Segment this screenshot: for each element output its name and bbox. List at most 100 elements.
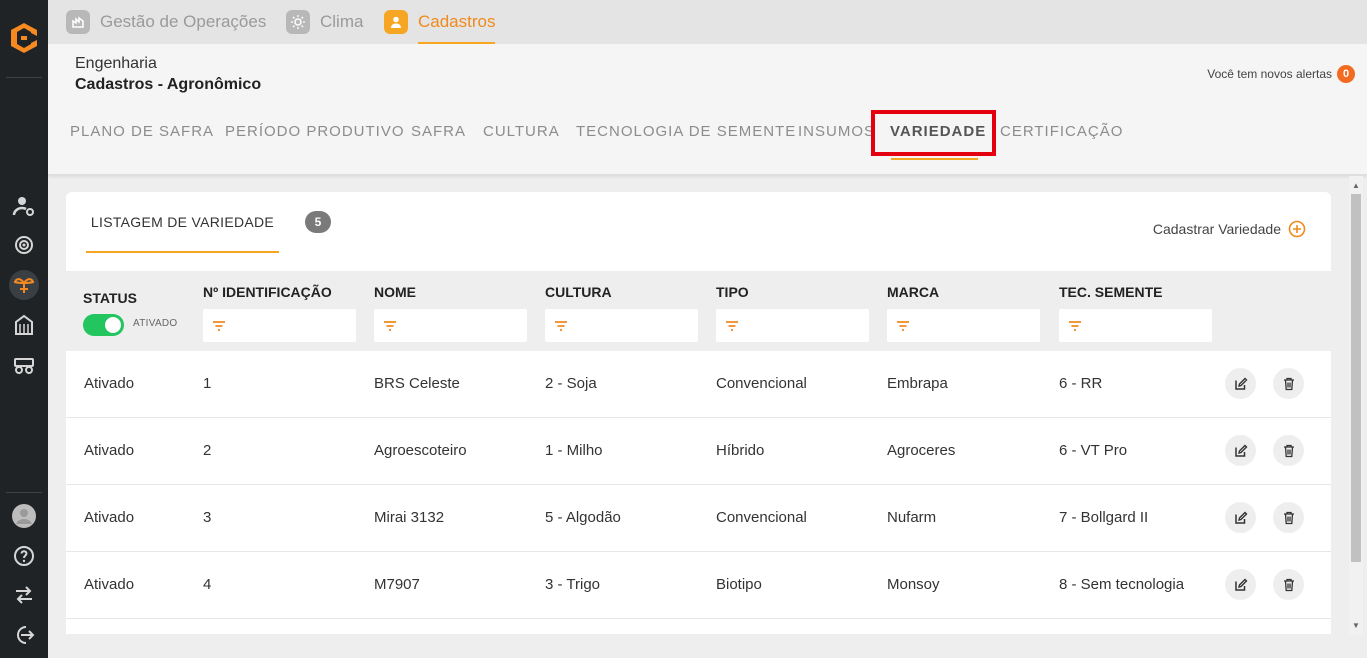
scroll-thumb[interactable] bbox=[1351, 194, 1361, 562]
cell-marca: Nufarm bbox=[887, 509, 937, 526]
cell-nome: Agroescoteiro bbox=[374, 442, 467, 459]
sidebar-divider bbox=[6, 492, 42, 493]
subnav-cultura[interactable]: CULTURA bbox=[483, 123, 560, 140]
scroll-up-arrow-icon[interactable]: ▲ bbox=[1349, 178, 1363, 192]
table-row: Ativado 2 Agroescoteiro 1 - Milho Híbrid… bbox=[66, 418, 1331, 485]
column-header-cultura: CULTURA bbox=[545, 284, 612, 300]
cell-tec-semente: 7 - Bollgard II bbox=[1059, 509, 1149, 526]
tractor-icon[interactable] bbox=[9, 350, 39, 380]
cell-tipo: Híbrido bbox=[716, 442, 765, 459]
user-icon bbox=[384, 10, 408, 34]
cell-tipo: Convencional bbox=[716, 375, 807, 392]
filter-tec-semente-input[interactable] bbox=[1059, 309, 1212, 342]
sidebar-divider bbox=[6, 77, 42, 78]
table-row: Ativado 4 M7907 3 - Trigo Biotipo Monsoy… bbox=[66, 552, 1331, 619]
page-scrollbar[interactable]: ▲ ▼ bbox=[1349, 176, 1363, 634]
sun-icon bbox=[286, 10, 310, 34]
user-settings-icon[interactable] bbox=[9, 191, 39, 221]
delete-button[interactable] bbox=[1273, 435, 1304, 466]
edit-button[interactable] bbox=[1225, 569, 1256, 600]
column-header-tipo: TIPO bbox=[716, 284, 749, 300]
silo-icon[interactable] bbox=[9, 310, 39, 340]
delete-button[interactable] bbox=[1273, 502, 1304, 533]
delete-button[interactable] bbox=[1273, 569, 1304, 600]
cell-cultura: 1 - Milho bbox=[545, 442, 603, 459]
cell-tec-semente: 6 - RR bbox=[1059, 375, 1103, 392]
cell-nome: M7907 bbox=[374, 576, 420, 593]
delete-button[interactable] bbox=[1273, 368, 1304, 399]
table-header: STATUS ATIVADO Nº IDENTIFICAÇÃO NOME CUL… bbox=[66, 271, 1331, 351]
tab-cadastros[interactable]: Cadastros bbox=[384, 0, 496, 44]
cell-cultura: 3 - Trigo bbox=[545, 576, 601, 593]
filter-icon bbox=[555, 320, 567, 331]
subnav-certificacao[interactable]: CERTIFICAÇÃO bbox=[1000, 123, 1123, 140]
edit-icon bbox=[1234, 377, 1247, 390]
cell-id: 1 bbox=[203, 375, 212, 392]
tab-label: Gestão de Operações bbox=[100, 12, 267, 31]
edit-button[interactable] bbox=[1225, 502, 1256, 533]
trash-icon bbox=[1283, 377, 1294, 390]
swap-arrows-icon[interactable] bbox=[9, 580, 39, 610]
logout-icon[interactable] bbox=[9, 620, 39, 650]
seedling-icon[interactable] bbox=[9, 270, 39, 300]
variety-list-card: LISTAGEM DE VARIEDADE 5 Cadastrar Varied… bbox=[66, 192, 1331, 634]
status-toggle[interactable] bbox=[83, 314, 124, 336]
cell-cultura: 5 - Algodão bbox=[545, 509, 621, 526]
cell-id: 2 bbox=[203, 442, 212, 459]
page-header: Engenharia Cadastros - Agronômico Você t… bbox=[48, 44, 1367, 106]
column-header-status: STATUS bbox=[83, 290, 137, 306]
filter-icon bbox=[726, 320, 738, 331]
toggle-knob bbox=[105, 317, 121, 333]
cell-id: 4 bbox=[203, 576, 212, 593]
subnav-plano-de-safra[interactable]: PLANO DE SAFRA bbox=[70, 123, 214, 140]
page-title: Cadastros - Agronômico bbox=[75, 76, 262, 93]
cell-marca: Monsoy bbox=[887, 576, 940, 593]
edit-icon bbox=[1234, 511, 1247, 524]
register-variety-button[interactable]: Cadastrar Variedade bbox=[1153, 220, 1306, 238]
edit-button[interactable] bbox=[1225, 435, 1256, 466]
subnav-safra[interactable]: SAFRA bbox=[411, 123, 466, 140]
register-label: Cadastrar Variedade bbox=[1152, 221, 1281, 237]
tab-clima[interactable]: Clima bbox=[286, 0, 363, 44]
cell-marca: Embrapa bbox=[887, 375, 948, 392]
subnav-periodo-produtivo[interactable]: PERÍODO PRODUTIVO bbox=[225, 123, 405, 140]
cell-tipo: Biotipo bbox=[716, 576, 762, 593]
cell-status: Ativado bbox=[84, 442, 135, 459]
alerts-indicator[interactable]: Você tem novos alertas 0 bbox=[1207, 65, 1355, 83]
edit-icon bbox=[1234, 578, 1247, 591]
cell-tec-semente: 8 - Sem tecnologia bbox=[1059, 576, 1185, 593]
breadcrumb-parent[interactable]: Engenharia bbox=[75, 55, 157, 73]
trash-icon bbox=[1283, 511, 1294, 524]
cell-marca: Agroceres bbox=[887, 442, 956, 459]
sub-navigation: PLANO DE SAFRA PERÍODO PRODUTIVO SAFRA C… bbox=[48, 106, 1367, 175]
filter-cultura-input[interactable] bbox=[545, 309, 698, 342]
filter-nome-input[interactable] bbox=[374, 309, 527, 342]
alert-text: Você tem novos alertas bbox=[1207, 67, 1332, 81]
tab-listagem-variedade[interactable]: LISTAGEM DE VARIEDADE bbox=[86, 192, 279, 253]
filter-marca-input[interactable] bbox=[887, 309, 1040, 342]
filter-id-input[interactable] bbox=[203, 309, 356, 342]
module-bar: Gestão de Operações Clima Cadastros bbox=[48, 0, 1367, 44]
scroll-down-arrow-icon[interactable]: ▼ bbox=[1349, 618, 1363, 632]
column-header-tec-semente: TEC. SEMENTE bbox=[1059, 284, 1163, 300]
tab-gestao-operacoes[interactable]: Gestão de Operações bbox=[66, 0, 266, 44]
cell-nome: BRS Celeste bbox=[374, 375, 460, 392]
cell-nome: Mirai 3132 bbox=[374, 509, 445, 526]
app-logo[interactable] bbox=[6, 20, 42, 56]
subnav-tecnologia-de-semente[interactable]: TECNOLOGIA DE SEMENTE bbox=[576, 123, 796, 140]
cell-id: 3 bbox=[203, 509, 212, 526]
filter-icon bbox=[384, 320, 396, 331]
cell-tec-semente: 6 - VT Pro bbox=[1059, 442, 1128, 459]
filter-icon bbox=[897, 320, 909, 331]
edit-button[interactable] bbox=[1225, 368, 1256, 399]
help-icon[interactable] bbox=[9, 541, 39, 571]
filter-tipo-input[interactable] bbox=[716, 309, 869, 342]
subnav-insumos[interactable]: INSUMOS bbox=[798, 123, 875, 140]
trash-icon bbox=[1283, 444, 1294, 457]
alert-count-badge: 0 bbox=[1337, 65, 1355, 83]
filter-icon bbox=[213, 320, 225, 331]
filter-icon bbox=[1069, 320, 1081, 331]
target-gear-icon[interactable] bbox=[9, 230, 39, 260]
highlight-box bbox=[871, 110, 996, 156]
avatar[interactable] bbox=[9, 501, 39, 531]
